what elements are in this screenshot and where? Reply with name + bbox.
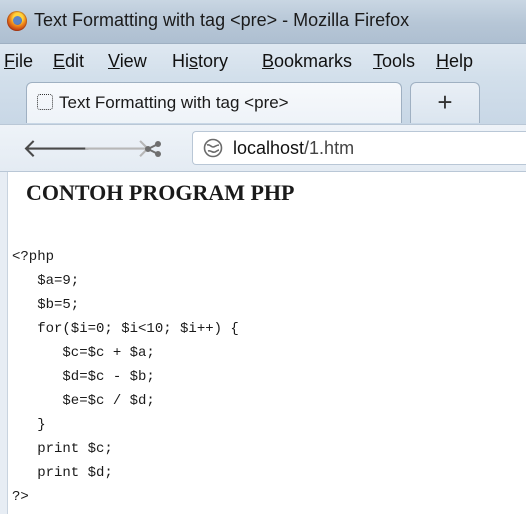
window-titlebar: Text Formatting with tag <pre> - Mozilla… xyxy=(0,0,526,44)
code-line: $e=$c / $d; xyxy=(12,393,155,409)
page-title: CONTOH PROGRAM PHP xyxy=(26,180,295,205)
page-favicon-icon xyxy=(37,94,53,110)
new-tab-button[interactable]: + xyxy=(410,82,480,123)
window-title: Text Formatting with tag <pre> - Mozilla… xyxy=(34,10,410,30)
code-line: $d=$c - $b; xyxy=(12,369,155,385)
code-line: <?php xyxy=(12,249,55,265)
page-left-edge xyxy=(0,172,8,514)
code-line: for($i=0; $i<10; $i++) { xyxy=(12,321,239,337)
menu-help[interactable]: Help xyxy=(436,51,473,72)
code-line: $a=9; xyxy=(12,273,80,289)
menu-edit[interactable]: Edit xyxy=(53,51,84,72)
share-icon[interactable] xyxy=(142,138,164,160)
code-line: print $c; xyxy=(12,441,113,457)
page-content xyxy=(8,172,526,514)
url-text: localhost/1.htm xyxy=(233,138,354,159)
globe-icon xyxy=(203,138,223,158)
url-host: localhost xyxy=(233,138,305,158)
menu-view[interactable]: View xyxy=(108,51,147,72)
code-line: print $d; xyxy=(12,465,113,481)
code-line: $b=5; xyxy=(12,297,80,313)
tab-label: Text Formatting with tag <pre> xyxy=(59,93,289,112)
url-path: /1.htm xyxy=(304,138,355,158)
menu-tools[interactable]: Tools xyxy=(373,51,415,72)
menu-file[interactable]: File xyxy=(4,51,33,72)
firefox-logo-icon xyxy=(7,11,27,31)
menu-history[interactable]: History xyxy=(172,51,228,72)
tab-active[interactable]: Text Formatting with tag <pre> xyxy=(26,82,402,123)
code-line: } xyxy=(12,417,46,433)
menu-bookmarks[interactable]: Bookmarks xyxy=(262,51,352,72)
menu-bar: File Edit View History Bookmarks Tools H… xyxy=(0,44,526,78)
code-line: $c=$c + $a; xyxy=(12,345,155,361)
address-bar[interactable]: localhost/1.htm xyxy=(192,131,526,165)
code-line: ?> xyxy=(12,489,29,505)
